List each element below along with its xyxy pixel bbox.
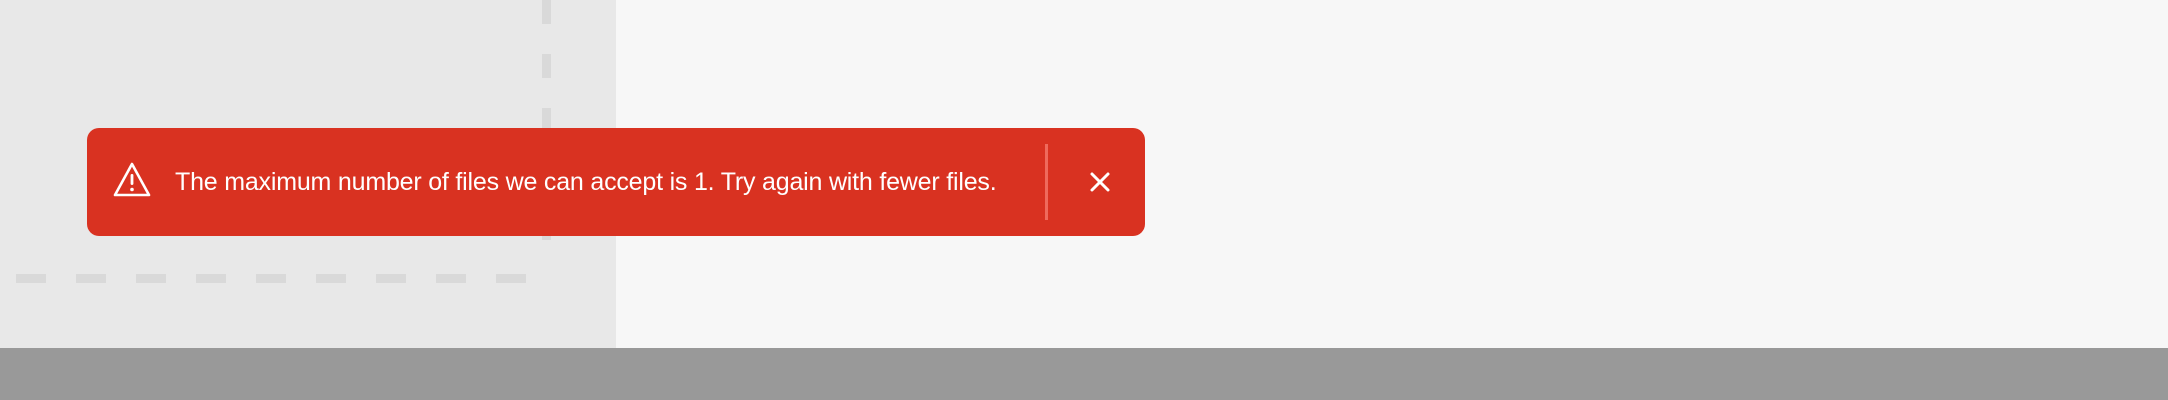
- drop-zone-dashed-border-bottom: [16, 274, 532, 283]
- toast-divider: [1045, 144, 1048, 220]
- close-icon: [1090, 172, 1110, 192]
- warning-triangle-icon: [112, 160, 152, 200]
- bottom-bar: [0, 348, 2168, 400]
- error-toast: The maximum number of files we can accep…: [87, 128, 1145, 236]
- toast-message: The maximum number of files we can accep…: [175, 168, 997, 196]
- toast-close-button[interactable]: [1068, 150, 1132, 214]
